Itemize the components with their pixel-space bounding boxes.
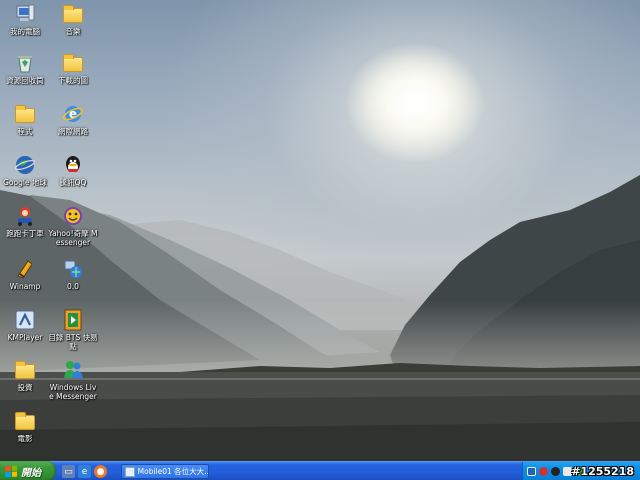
kartrider-icon <box>14 205 36 227</box>
desktop-icon-kartrider[interactable]: 跑跑卡丁車 <box>0 205 50 238</box>
desktop-icon-label: 程式 <box>17 127 33 136</box>
desktop-icon-qq[interactable]: 騰訊QQ <box>48 154 98 187</box>
folder-icon <box>62 52 84 74</box>
desktop-icon-winamp[interactable]: Winamp <box>0 258 50 291</box>
desktop-icon-label: 網際網路 <box>58 127 88 136</box>
folder-icon <box>14 359 36 381</box>
desktop-icon-label: 投資 <box>17 383 33 392</box>
desktop-icon-label: Windows Live Messenger <box>49 383 97 401</box>
desktop-icon-label: Winamp <box>9 282 41 291</box>
folder-icon <box>62 3 84 25</box>
desktop-icon-recycle-bin[interactable]: 資源回收筒 <box>0 52 50 85</box>
qq-icon <box>62 154 84 176</box>
firefox-icon[interactable]: ● <box>94 465 107 478</box>
internet-explorer-icon: e <box>62 103 84 125</box>
my-computer-icon <box>14 3 36 25</box>
bts-app-icon <box>62 309 84 331</box>
desktop-icon-bts[interactable]: 目錄 BTS 快易點 <box>48 309 98 351</box>
desktop-icon-label: 音樂 <box>65 27 81 36</box>
desktop-icon-investment[interactable]: 投資 <box>0 359 50 392</box>
start-label: 開始 <box>21 467 41 479</box>
desktop-icon-my-computer[interactable]: 我的電腦 <box>0 3 50 36</box>
start-button[interactable]: 開始 <box>0 461 56 480</box>
desktop-icon-google-earth[interactable]: Google 地球 <box>0 154 50 187</box>
browser-window-icon <box>125 466 135 477</box>
watermark: #1255218 <box>571 465 634 478</box>
desktop-icon-internet[interactable]: e 網際網路 <box>48 103 98 136</box>
security-icon[interactable] <box>539 466 548 476</box>
desktop-icon-label: Google 地球 <box>3 178 47 187</box>
kmplayer-icon <box>14 309 36 331</box>
desktop-icon-label: 騰訊QQ <box>59 178 87 187</box>
desktop-icon-label: KMPlayer <box>7 333 43 342</box>
desktop-icon-programs[interactable]: 程式 <box>0 103 50 136</box>
folder-icon <box>14 103 36 125</box>
desktop-icon-label: 資源回收筒 <box>6 76 44 85</box>
network-app-icon <box>62 258 84 280</box>
recycle-bin-icon <box>14 52 36 74</box>
yahoo-messenger-icon <box>62 205 84 227</box>
internet-explorer-icon[interactable]: e <box>78 465 91 478</box>
qq-tray-icon[interactable] <box>551 466 560 476</box>
desktop-icon-kmplayer[interactable]: KMPlayer <box>0 309 50 342</box>
desktop-icon-yahoo-messenger[interactable]: Yahoo!奇摩 Messenger <box>48 205 98 247</box>
desktop-icon-label: 目錄 BTS 快易點 <box>48 333 98 351</box>
desktop-icon-movies[interactable]: 電影 <box>0 410 50 443</box>
desktop-icon-label: 電影 <box>17 434 33 443</box>
windows-live-messenger-icon <box>62 359 84 381</box>
taskbar: 開始 ▭ e ● Mobile01 各位大大... <box>0 461 640 480</box>
desktop-icon-label: 0.0 <box>67 282 79 291</box>
desktop-icon-label: 跑跑卡丁車 <box>6 229 44 238</box>
folder-icon <box>14 410 36 432</box>
desktop-icon-downloaded-pictures[interactable]: 下載的圖 <box>48 52 98 85</box>
taskbar-item-mobile01[interactable]: Mobile01 各位大大... <box>121 464 209 479</box>
google-earth-icon <box>14 154 36 176</box>
network-icon[interactable] <box>527 466 536 476</box>
desktop-icon-windows-live-messenger[interactable]: Windows Live Messenger <box>48 359 98 401</box>
desktop-icon-music[interactable]: 音樂 <box>48 3 98 36</box>
quick-launch: ▭ e ● <box>62 464 107 479</box>
desktop-icon-label: 我的電腦 <box>10 27 40 36</box>
desktop-icon-label: Yahoo!奇摩 Messenger <box>48 229 98 247</box>
desktop-icon-label: 下載的圖 <box>58 76 88 85</box>
show-desktop-icon[interactable]: ▭ <box>62 465 75 478</box>
taskbar-item-label: Mobile01 各位大大... <box>137 467 208 476</box>
windows-logo-icon <box>5 465 17 477</box>
winamp-icon <box>14 258 36 280</box>
desktop-icon-0-0[interactable]: 0.0 <box>48 258 98 291</box>
